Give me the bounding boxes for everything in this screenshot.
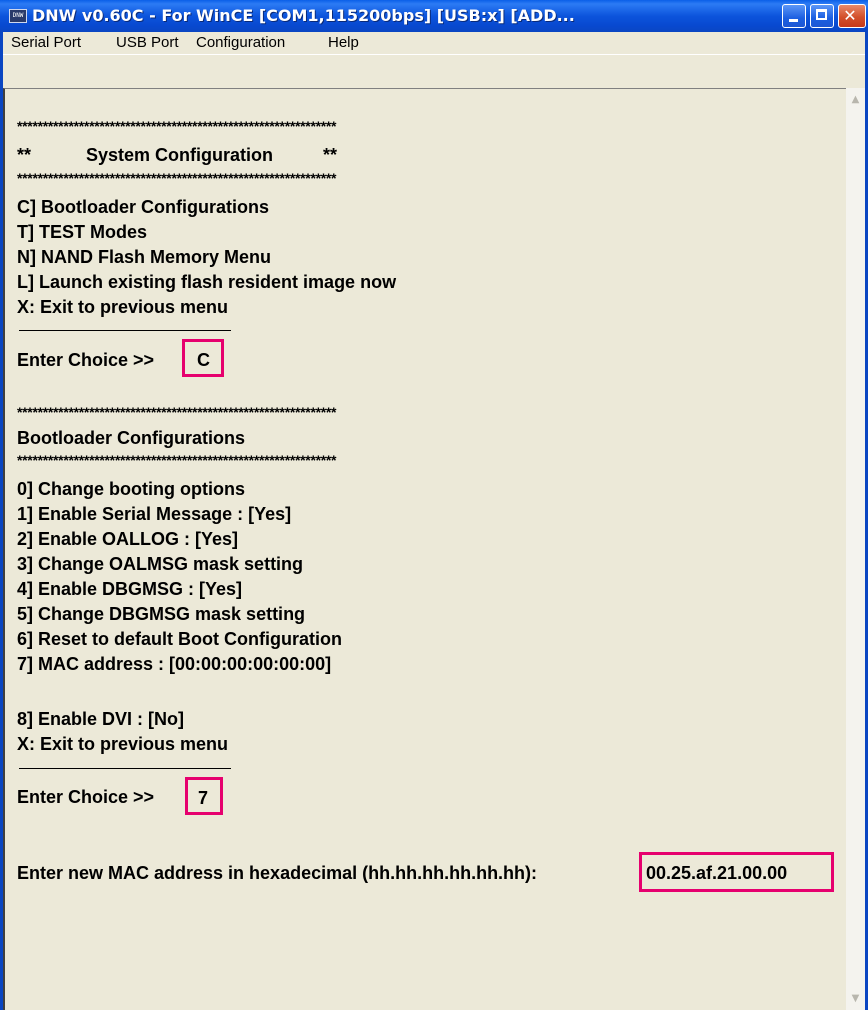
menu-line: N] NAND Flash Memory Menu bbox=[17, 247, 272, 267]
scroll-up-arrow-icon[interactable]: ▲ bbox=[846, 90, 865, 109]
menu-configuration[interactable]: Configuration bbox=[196, 34, 285, 51]
maximize-button[interactable] bbox=[810, 4, 834, 28]
choice-input-highlight: C bbox=[182, 339, 224, 377]
divider bbox=[19, 330, 231, 331]
menu-usb-port[interactable]: USB Port bbox=[116, 34, 179, 51]
vertical-scrollbar[interactable]: ▲ ▼ bbox=[846, 88, 865, 1010]
choice-input-highlight: 7 bbox=[185, 777, 223, 815]
divider bbox=[19, 768, 231, 769]
scroll-down-arrow-icon[interactable]: ▼ bbox=[846, 989, 865, 1008]
close-icon: ✕ bbox=[843, 6, 857, 25]
menu-bar: Serial Port USB Port Configuration Help bbox=[3, 32, 865, 55]
menu-line: 1] Enable Serial Message : [Yes] bbox=[17, 504, 292, 524]
menu-line: 7] MAC address : [00:00:00:00:00:00] bbox=[17, 654, 332, 674]
minimize-icon bbox=[789, 19, 798, 22]
menu-line: 2] Enable OALLOG : [Yes] bbox=[17, 529, 239, 549]
window-title: DNW v0.60C - For WinCE [COM1,115200bps] … bbox=[32, 6, 575, 25]
menu-line: 0] Change booting options bbox=[17, 479, 245, 499]
menu-line: 4] Enable DBGMSG : [Yes] bbox=[17, 579, 243, 599]
close-button[interactable]: ✕ bbox=[838, 4, 866, 28]
mac-address-prompt: Enter new MAC address in hexadecimal (hh… bbox=[17, 863, 538, 883]
menu-line: 8] Enable DVI : [No] bbox=[17, 709, 185, 729]
menu-line: T] TEST Modes bbox=[17, 222, 147, 242]
bootloader-config-header: Bootloader Configurations bbox=[17, 428, 245, 448]
maximize-icon bbox=[816, 9, 827, 20]
dnw-app-icon[interactable]: DNW bbox=[9, 9, 27, 23]
separator-stars: ****************************************… bbox=[17, 119, 337, 131]
menu-line: L] Launch existing flash resident image … bbox=[17, 272, 397, 292]
menu-line: 6] Reset to default Boot Configuration bbox=[17, 629, 342, 649]
separator-stars: ****************************************… bbox=[17, 453, 337, 465]
minimize-button[interactable] bbox=[782, 4, 806, 28]
menu-line: 5] Change DBGMSG mask setting bbox=[17, 604, 306, 624]
enter-choice-prompt: Enter Choice >> bbox=[17, 787, 155, 807]
dnw-window: DNW DNW v0.60C - For WinCE [COM1,115200b… bbox=[0, 0, 868, 1010]
title-bar[interactable]: DNW DNW v0.60C - For WinCE [COM1,115200b… bbox=[0, 0, 868, 32]
separator-stars: ****************************************… bbox=[17, 171, 337, 183]
menu-line: 3] Change OALMSG mask setting bbox=[17, 554, 304, 574]
console-output[interactable]: ****************************************… bbox=[3, 88, 846, 1010]
menu-help[interactable]: Help bbox=[328, 34, 359, 51]
enter-choice-prompt: Enter Choice >> bbox=[17, 350, 155, 370]
separator-stars: ****************************************… bbox=[17, 405, 337, 417]
menu-line: C] Bootloader Configurations bbox=[17, 197, 269, 217]
menu-line: X: Exit to previous menu bbox=[17, 734, 229, 754]
mac-address-input-highlight: 00.25.af.21.00.00 bbox=[639, 852, 834, 892]
menu-serial-port[interactable]: Serial Port bbox=[11, 34, 81, 51]
menu-line: X: Exit to previous menu bbox=[17, 297, 229, 317]
system-config-header: ** System Configuration ** bbox=[17, 145, 338, 165]
